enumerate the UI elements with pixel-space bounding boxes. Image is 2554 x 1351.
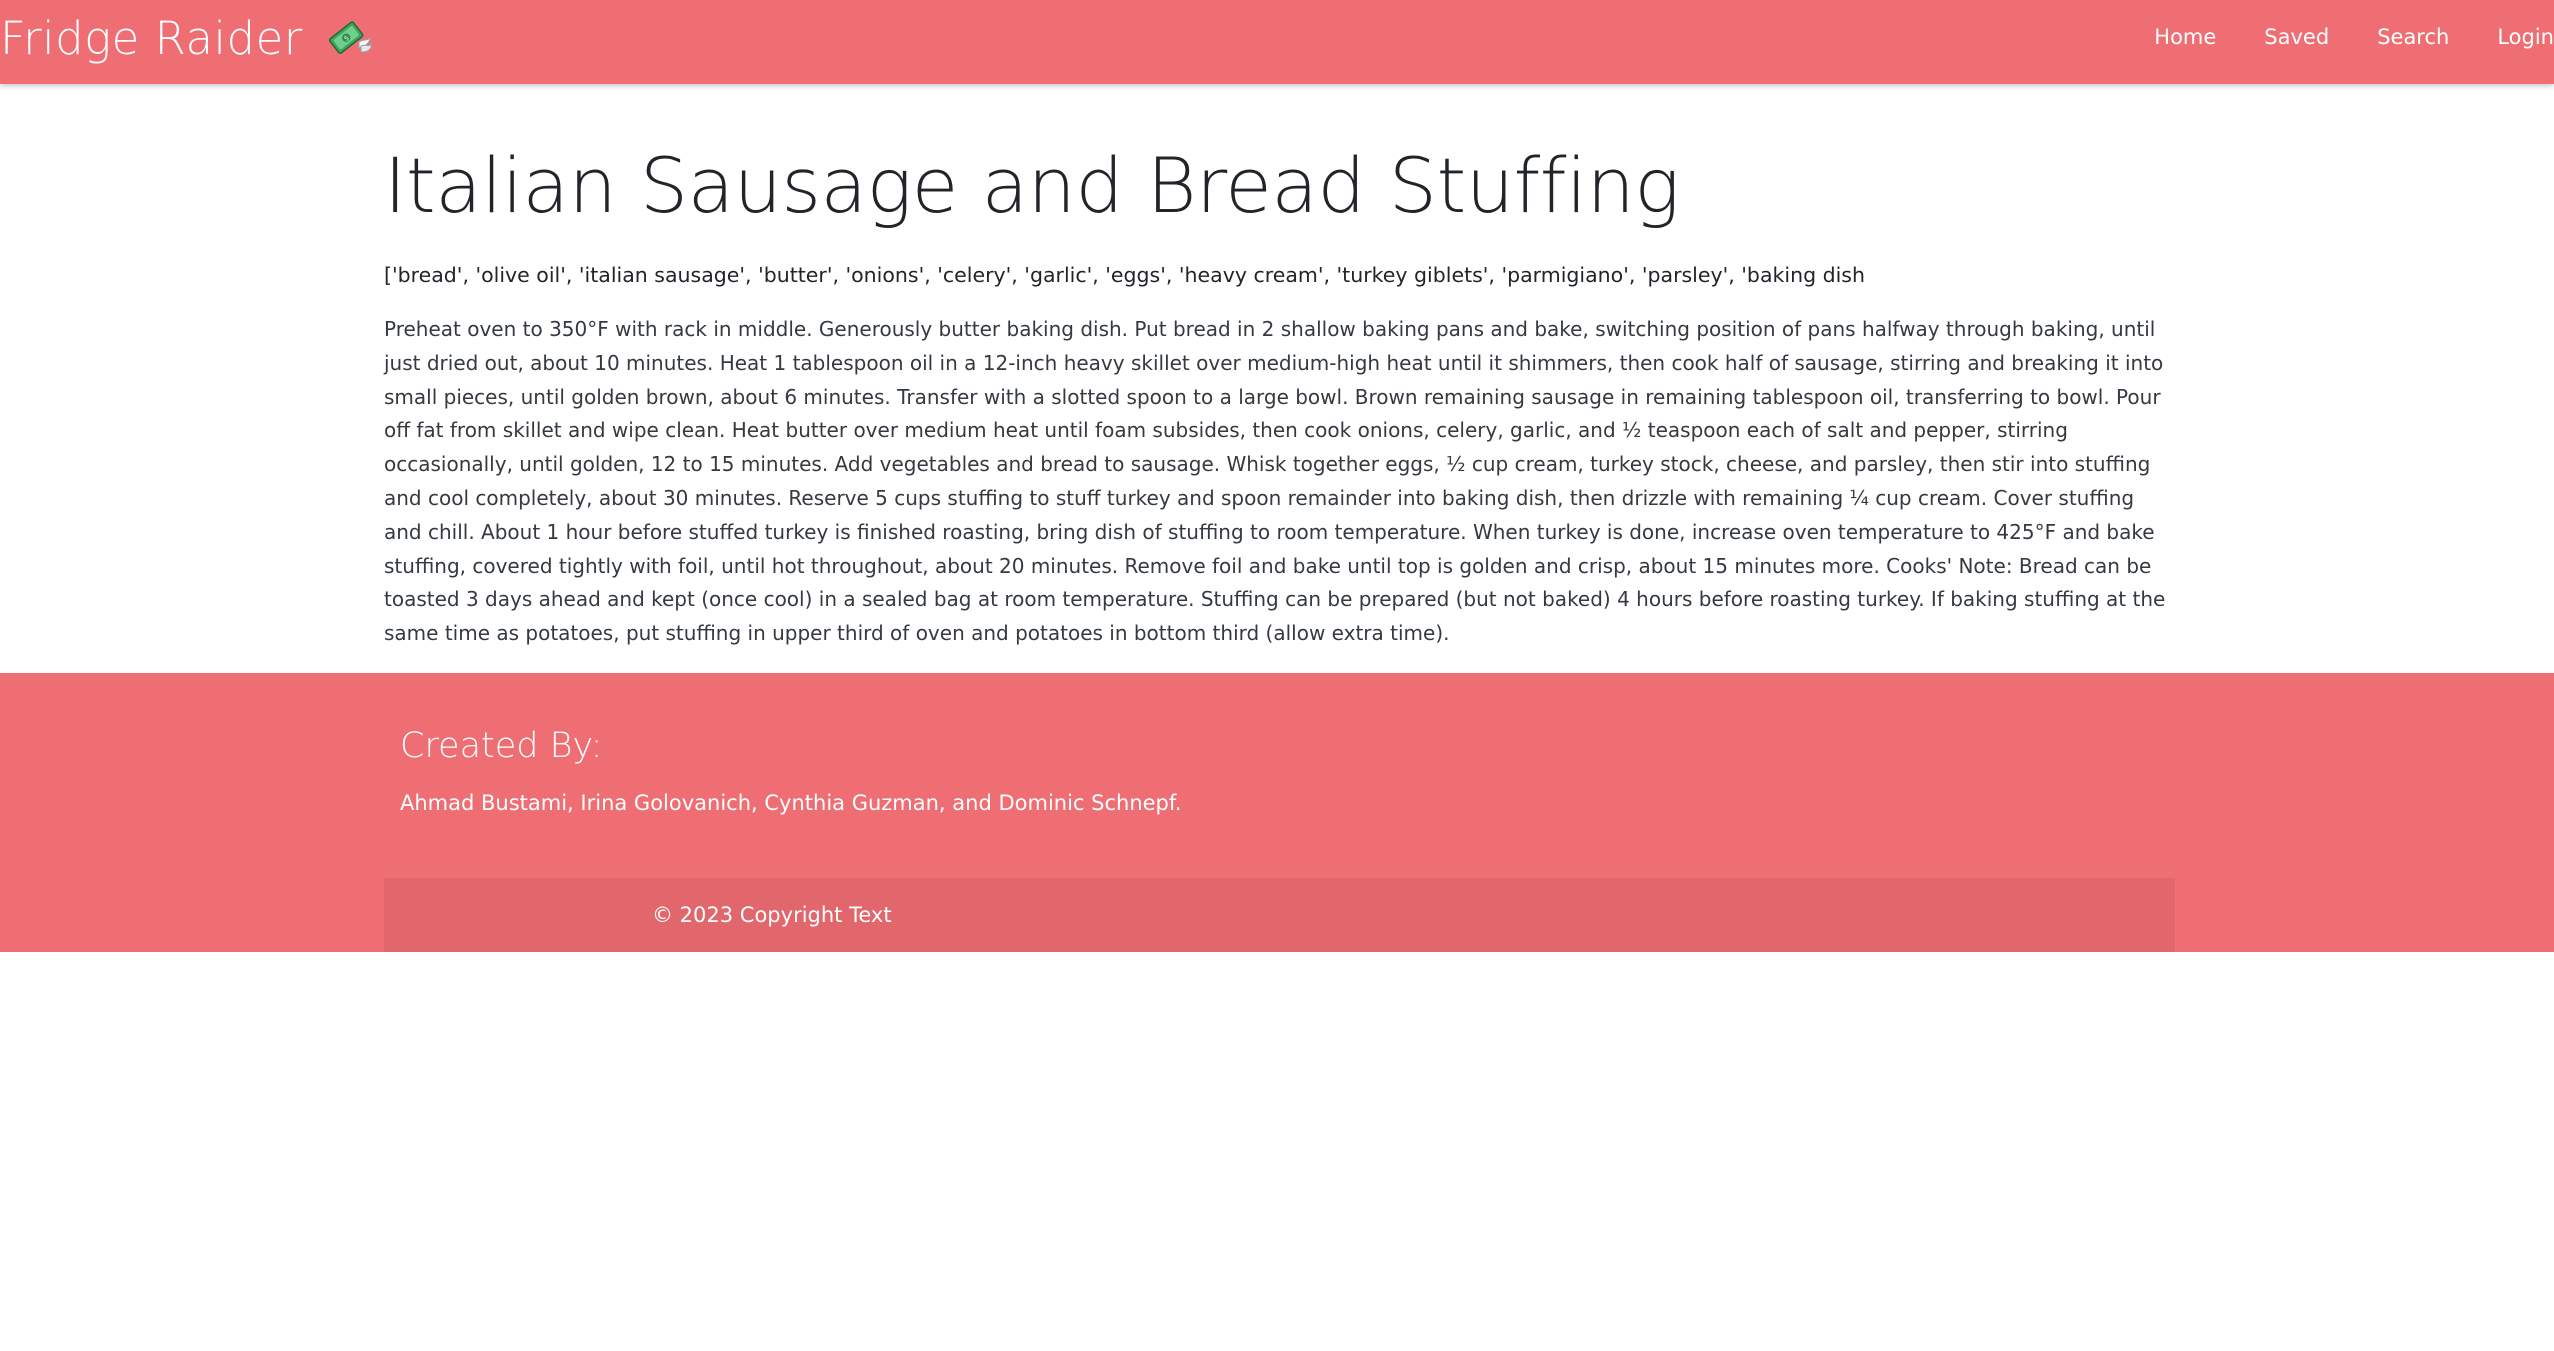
nav-search-link[interactable]: Search [2377, 25, 2449, 49]
copyright-bar: © 2023 Copyright Text [384, 878, 2175, 952]
nav-links: Home Saved Search Login [2106, 0, 2554, 74]
footer: Created By: Ahmad Bustami, Irina Golovan… [0, 673, 2554, 952]
nav-saved-link[interactable]: Saved [2264, 25, 2329, 49]
nav-login-link[interactable]: Login [2497, 25, 2554, 49]
recipe-title: Italian Sausage and Bread Stuffing [384, 141, 1680, 230]
brand-name: Fridge Raider [0, 11, 303, 65]
nav-home-link[interactable]: Home [2154, 25, 2216, 49]
money-with-wings-icon: $ [323, 12, 375, 64]
footer-authors: Ahmad Bustami, Irina Golovanich, Cynthia… [400, 791, 1182, 815]
copyright-text: © 2023 Copyright Text [652, 903, 892, 927]
recipe-instructions: Preheat oven to 350°F with rack in middl… [384, 317, 2166, 646]
navbar: Fridge Raider $ Home Saved Search Login [0, 0, 2554, 84]
footer-heading: Created By: [400, 726, 603, 766]
brand-link[interactable]: Fridge Raider $ [0, 0, 375, 76]
recipe-ingredients: ['bread', 'olive oil', 'italian sausage'… [384, 263, 1865, 287]
